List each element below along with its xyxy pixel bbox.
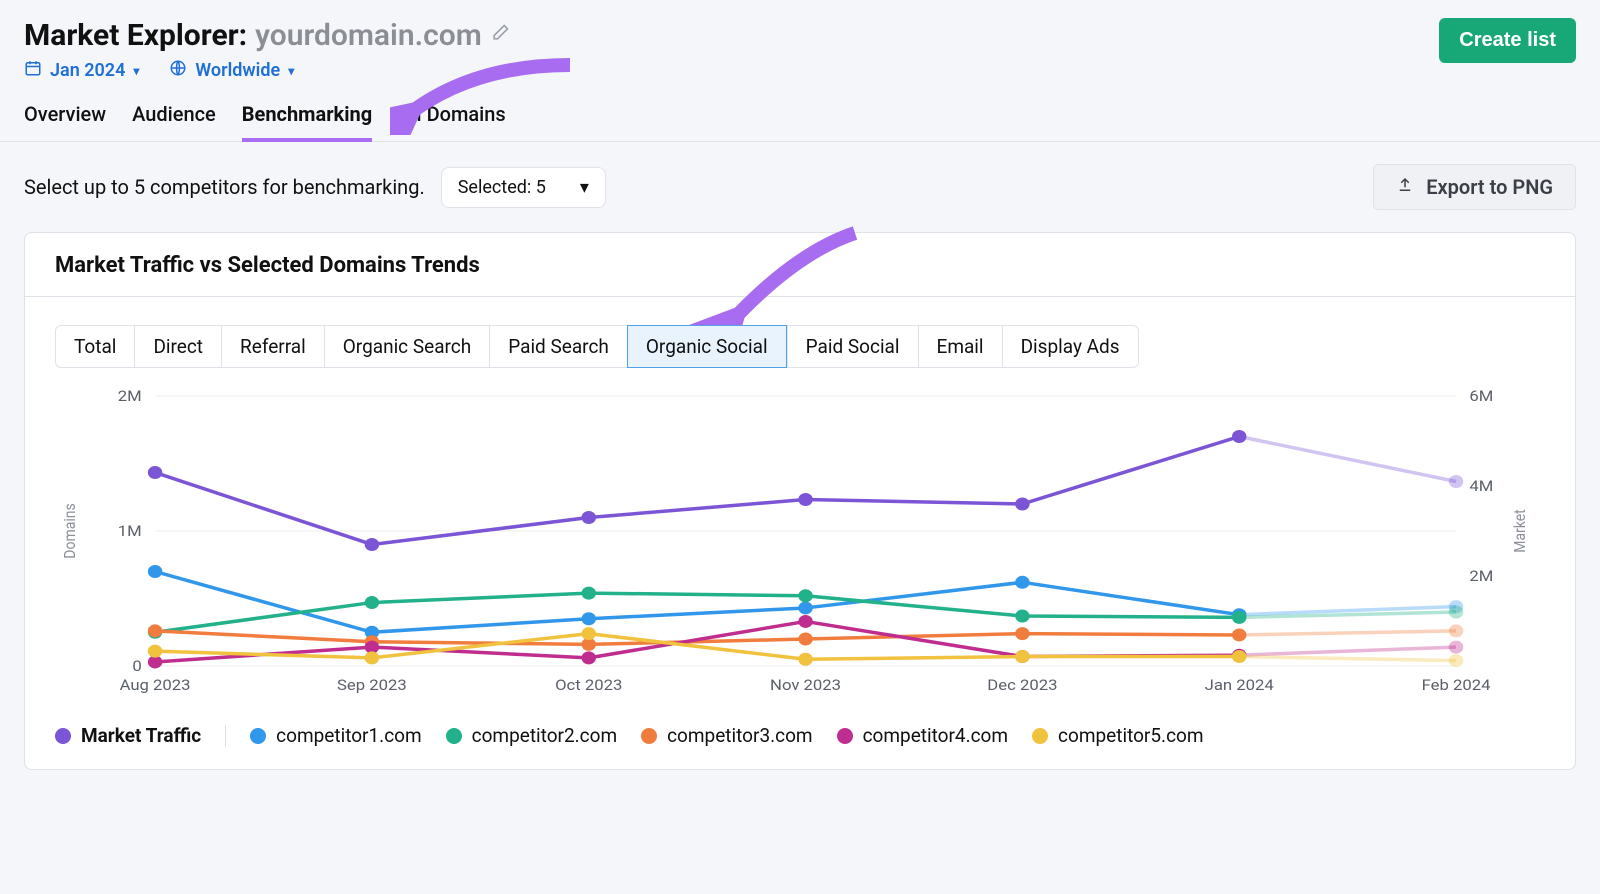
channel-pill-paid-social[interactable]: Paid Social	[787, 325, 918, 368]
legend-swatch	[837, 728, 853, 744]
legend-label: competitor2.com	[472, 724, 617, 747]
legend-swatch	[250, 728, 266, 744]
svg-text:Aug 2023: Aug 2023	[120, 676, 191, 694]
upload-icon	[1396, 175, 1414, 199]
svg-text:2M: 2M	[1469, 567, 1493, 585]
channel-pill-total[interactable]: Total	[55, 325, 134, 368]
legend-label: competitor3.com	[667, 724, 812, 747]
tab-benchmarking[interactable]: Benchmarking	[242, 102, 372, 142]
legend-swatch	[446, 728, 462, 744]
svg-text:0: 0	[132, 657, 141, 675]
svg-text:Market: Market	[1510, 509, 1529, 553]
svg-text:6M: 6M	[1469, 387, 1493, 405]
channel-pill-organic-search[interactable]: Organic Search	[324, 325, 489, 368]
competitor-select-dropdown[interactable]: Selected: 5 ▾	[441, 167, 606, 208]
chart-legend: Market Traffic competitor1.com competitor2…	[25, 716, 1575, 747]
legend-item[interactable]: Market Traffic	[55, 724, 201, 747]
tab-all-domains[interactable]: All Domains	[398, 102, 506, 141]
channel-pill-organic-social[interactable]: Organic Social	[627, 325, 787, 368]
title-domain: yourdomain.com	[255, 18, 482, 53]
channel-pill-display-ads[interactable]: Display Ads	[1002, 325, 1139, 368]
chevron-down-icon: ▾	[288, 64, 294, 78]
svg-text:Oct 2023: Oct 2023	[555, 676, 622, 694]
competitor-prompt: Select up to 5 competitors for benchmark…	[24, 175, 425, 199]
svg-text:4M: 4M	[1469, 477, 1493, 495]
channel-pill-referral[interactable]: Referral	[221, 325, 324, 368]
legend-label: Market Traffic	[81, 724, 201, 747]
create-list-button[interactable]: Create list	[1439, 18, 1576, 63]
legend-label: competitor1.com	[276, 724, 421, 747]
globe-icon	[169, 59, 187, 82]
region-label: Worldwide	[195, 60, 280, 81]
legend-swatch	[1032, 728, 1048, 744]
legend-item[interactable]: competitor4.com	[837, 724, 1008, 747]
svg-text:Domains: Domains	[60, 503, 79, 558]
svg-text:Jan 2024: Jan 2024	[1205, 676, 1274, 694]
legend-swatch	[55, 728, 71, 744]
svg-text:2M: 2M	[118, 387, 142, 405]
date-selector[interactable]: Jan 2024 ▾	[24, 59, 139, 82]
tab-overview[interactable]: Overview	[24, 102, 106, 141]
region-selector[interactable]: Worldwide ▾	[169, 59, 294, 82]
chevron-down-icon: ▾	[133, 64, 139, 78]
channel-pill-paid-search[interactable]: Paid Search	[489, 325, 627, 368]
legend-item[interactable]: competitor5.com	[1032, 724, 1203, 747]
section-tabs: Overview Audience Benchmarking All Domains	[24, 102, 1439, 141]
calendar-icon	[24, 59, 42, 82]
legend-separator	[225, 725, 226, 747]
traffic-trends-chart: 0 1M 2M 2M 4M 6M Aug 2023 Sep 2023 Oct 2023 Nov 2…	[55, 376, 1545, 716]
svg-text:Nov 2023: Nov 2023	[770, 676, 841, 694]
svg-text:Dec 2023: Dec 2023	[987, 676, 1057, 694]
chevron-down-icon: ▾	[580, 177, 589, 198]
page-title: Market Explorer: yourdomain.com	[24, 18, 1439, 53]
legend-item[interactable]: competitor3.com	[641, 724, 812, 747]
traffic-channel-tabs: TotalDirectReferralOrganic SearchPaid Se…	[25, 297, 1575, 376]
card-title: Market Traffic vs Selected Domains Trend…	[25, 233, 1575, 297]
channel-pill-direct[interactable]: Direct	[134, 325, 221, 368]
edit-domain-icon[interactable]	[490, 23, 510, 48]
svg-text:Sep 2023: Sep 2023	[337, 676, 407, 694]
dropdown-label: Selected: 5	[458, 177, 546, 198]
export-label: Export to PNG	[1426, 175, 1553, 199]
export-png-button[interactable]: Export to PNG	[1373, 164, 1576, 210]
svg-text:1M: 1M	[118, 522, 142, 540]
svg-text:Feb 2024: Feb 2024	[1422, 676, 1491, 694]
date-label: Jan 2024	[50, 60, 125, 81]
legend-label: competitor4.com	[863, 724, 1008, 747]
legend-label: competitor5.com	[1058, 724, 1203, 747]
legend-item[interactable]: competitor1.com	[250, 724, 421, 747]
traffic-trends-card: Market Traffic vs Selected Domains Trend…	[24, 232, 1576, 770]
title-prefix: Market Explorer:	[24, 18, 247, 53]
tab-audience[interactable]: Audience	[132, 102, 216, 141]
channel-pill-email[interactable]: Email	[918, 325, 1002, 368]
legend-swatch	[641, 728, 657, 744]
legend-item[interactable]: competitor2.com	[446, 724, 617, 747]
